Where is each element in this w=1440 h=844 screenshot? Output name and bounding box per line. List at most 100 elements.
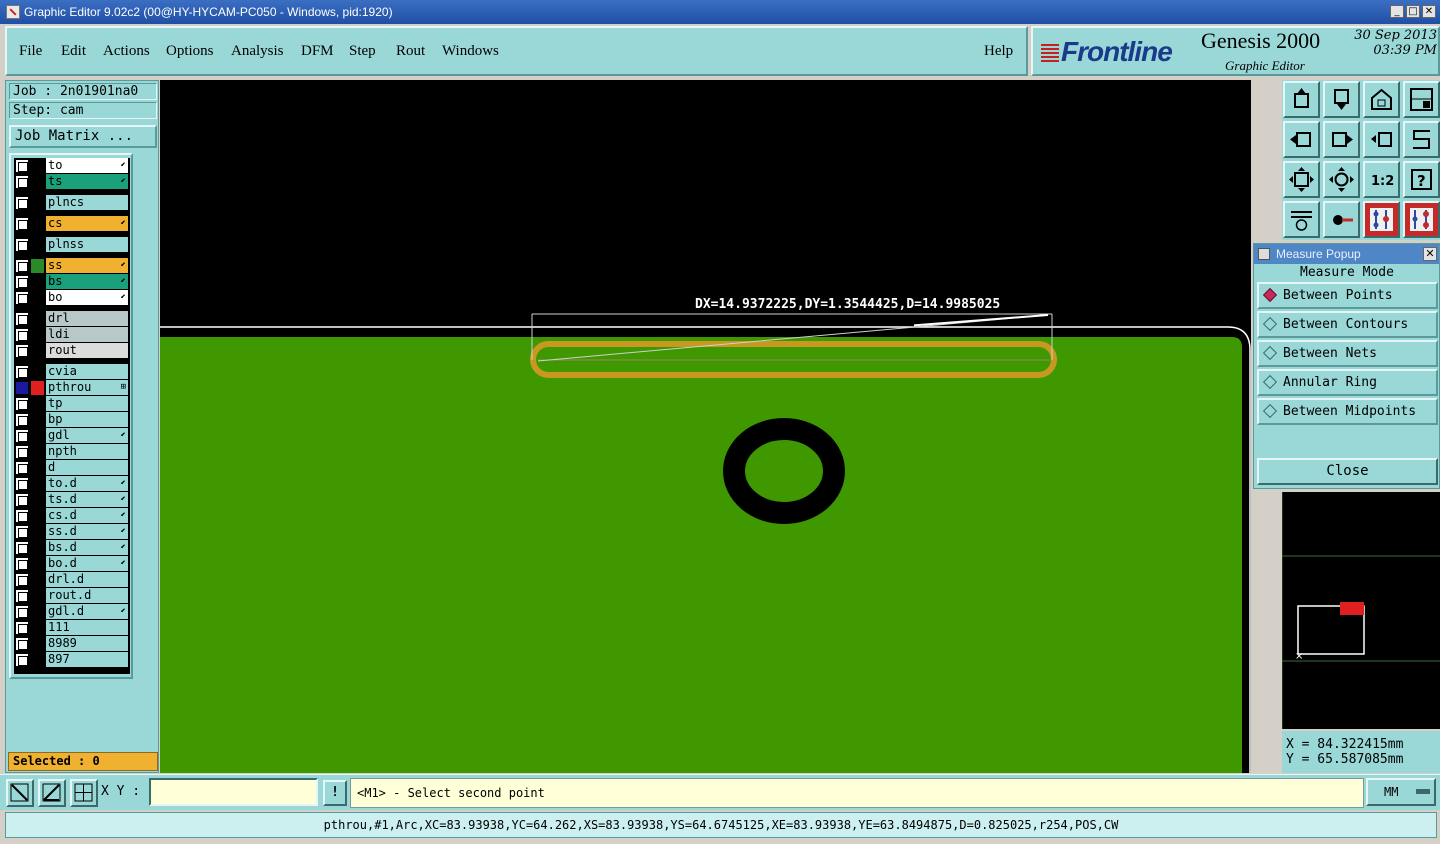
layer-checkbox[interactable] <box>16 606 28 618</box>
layer-name[interactable]: ss ⬋ <box>46 258 128 273</box>
mode-annular-ring[interactable]: Annular Ring <box>1257 369 1438 396</box>
menu-actions[interactable]: Actions <box>103 43 150 60</box>
grid-snap-button[interactable] <box>70 779 98 807</box>
layer-color-swatch[interactable] <box>31 196 44 210</box>
layer-checkbox[interactable] <box>16 197 28 209</box>
layer-name[interactable]: ts ⬋ <box>46 174 128 189</box>
layer-checkbox[interactable] <box>16 542 28 554</box>
layer-color-swatch[interactable] <box>31 397 44 411</box>
layer-color-swatch[interactable] <box>31 445 44 459</box>
layer-checkbox[interactable] <box>16 478 28 490</box>
layer-color-swatch[interactable] <box>31 525 44 539</box>
layer-row[interactable]: ts ⬋ <box>14 174 130 190</box>
menu-rout[interactable]: Rout <box>396 43 425 60</box>
layer-checkbox[interactable] <box>16 558 28 570</box>
layer-checkbox[interactable] <box>16 638 28 650</box>
layer-name[interactable]: bp <box>46 412 128 427</box>
layer-row[interactable]: bo ⬋ <box>14 290 130 306</box>
layer-checkbox[interactable] <box>16 218 28 230</box>
layer-name[interactable]: cs.d ⬋ <box>46 508 128 523</box>
close-window-button[interactable]: ✕ <box>1422 5 1436 18</box>
layer-checkbox[interactable] <box>16 654 28 666</box>
layer-name[interactable]: plnss <box>46 237 128 252</box>
layer-checkbox[interactable] <box>16 382 28 394</box>
ratio-button[interactable]: 1:2 <box>1363 161 1400 198</box>
layer-row[interactable]: 897 <box>14 652 130 668</box>
zoom-center-button[interactable] <box>1323 161 1360 198</box>
layer-checkbox[interactable] <box>16 494 28 506</box>
layer-checkbox[interactable] <box>16 574 28 586</box>
snap-mode-button[interactable] <box>6 779 34 807</box>
layer-color-swatch[interactable] <box>31 541 44 555</box>
layer-row[interactable]: 8989 <box>14 636 130 652</box>
layer-name[interactable]: 111 <box>46 620 128 635</box>
layer-color-swatch[interactable] <box>31 429 44 443</box>
layer-row[interactable]: tp <box>14 396 130 412</box>
layer-name[interactable]: rout <box>46 343 128 358</box>
layer-name[interactable]: plncs <box>46 195 128 210</box>
layer-row[interactable]: bs ⬋ <box>14 274 130 290</box>
layer-color-swatch[interactable] <box>31 589 44 603</box>
measure-probe-button[interactable] <box>1323 201 1360 238</box>
layer-checkbox[interactable] <box>16 526 28 538</box>
layer-color-swatch[interactable] <box>31 365 44 379</box>
layer-color-swatch[interactable] <box>31 413 44 427</box>
layer-name[interactable]: gdl.d ⬋ <box>46 604 128 619</box>
layer-name[interactable]: drl.d <box>46 572 128 587</box>
menu-step[interactable]: Step <box>349 43 376 60</box>
layer-name[interactable]: 897 <box>46 652 128 667</box>
menu-edit[interactable]: Edit <box>61 43 86 60</box>
mode-between-contours[interactable]: Between Contours <box>1257 311 1438 338</box>
layer-checkbox[interactable] <box>16 446 28 458</box>
layer-checkbox[interactable] <box>16 329 28 341</box>
layer-row[interactable]: bs.d ⬋ <box>14 540 130 556</box>
layer-name[interactable]: ts.d ⬋ <box>46 492 128 507</box>
layer-name[interactable]: to ⬋ <box>46 158 128 173</box>
layer-checkbox[interactable] <box>16 176 28 188</box>
layer-row[interactable]: cvia <box>14 364 130 380</box>
net-compare-button[interactable] <box>1403 201 1440 238</box>
layer-row[interactable]: plncs <box>14 195 130 211</box>
layer-row[interactable]: cs ⬋ <box>14 216 130 232</box>
layer-color-swatch[interactable] <box>31 328 44 342</box>
menu-windows[interactable]: Windows <box>442 43 499 60</box>
help-button[interactable]: ? <box>1403 161 1440 198</box>
layer-checkbox[interactable] <box>16 239 28 251</box>
layer-name[interactable]: gdl ⬋ <box>46 428 128 443</box>
zoom-home-button[interactable] <box>1283 81 1320 118</box>
layer-color-swatch[interactable] <box>31 637 44 651</box>
layer-name[interactable]: bs.d ⬋ <box>46 540 128 555</box>
layer-checkbox[interactable] <box>16 345 28 357</box>
angle-snap-button[interactable] <box>38 779 66 807</box>
mode-between-midpoints[interactable]: Between Midpoints <box>1257 398 1438 425</box>
menu-file[interactable]: File <box>19 43 42 60</box>
layer-checkbox[interactable] <box>16 160 28 172</box>
mode-between-nets[interactable]: Between Nets <box>1257 340 1438 367</box>
layer-checkbox[interactable] <box>16 276 28 288</box>
net-highlight-button[interactable] <box>1363 201 1400 238</box>
split-window-button[interactable] <box>1403 81 1440 118</box>
layer-name[interactable]: cvia <box>46 364 128 379</box>
board-view[interactable]: DX=14.9372225,DY=1.3544425,D=14.9985025 <box>160 80 1251 773</box>
xy-input[interactable] <box>149 778 318 806</box>
menu-help[interactable]: Help <box>984 43 1013 60</box>
layer-color-swatch[interactable] <box>31 573 44 587</box>
layer-row[interactable]: bo.d ⬋ <box>14 556 130 572</box>
layer-name[interactable]: to.d ⬋ <box>46 476 128 491</box>
layer-checkbox[interactable] <box>16 398 28 410</box>
layer-name[interactable]: pthrou ⊞ <box>46 380 128 395</box>
layer-checkbox[interactable] <box>16 260 28 272</box>
layer-color-swatch[interactable] <box>31 217 44 231</box>
layer-color-swatch[interactable] <box>31 344 44 358</box>
layer-color-swatch[interactable] <box>31 493 44 507</box>
layer-checkbox[interactable] <box>16 590 28 602</box>
layer-color-swatch[interactable] <box>31 477 44 491</box>
layer-row[interactable]: d <box>14 460 130 476</box>
measure-close-button[interactable]: Close <box>1257 458 1438 485</box>
layer-color-swatch[interactable] <box>31 653 44 667</box>
layer-row[interactable]: ldi <box>14 327 130 343</box>
layer-row[interactable]: ss ⬋ <box>14 258 130 274</box>
layer-checkbox[interactable] <box>16 622 28 634</box>
layer-color-swatch[interactable] <box>31 159 44 173</box>
menu-options[interactable]: Options <box>166 43 214 60</box>
